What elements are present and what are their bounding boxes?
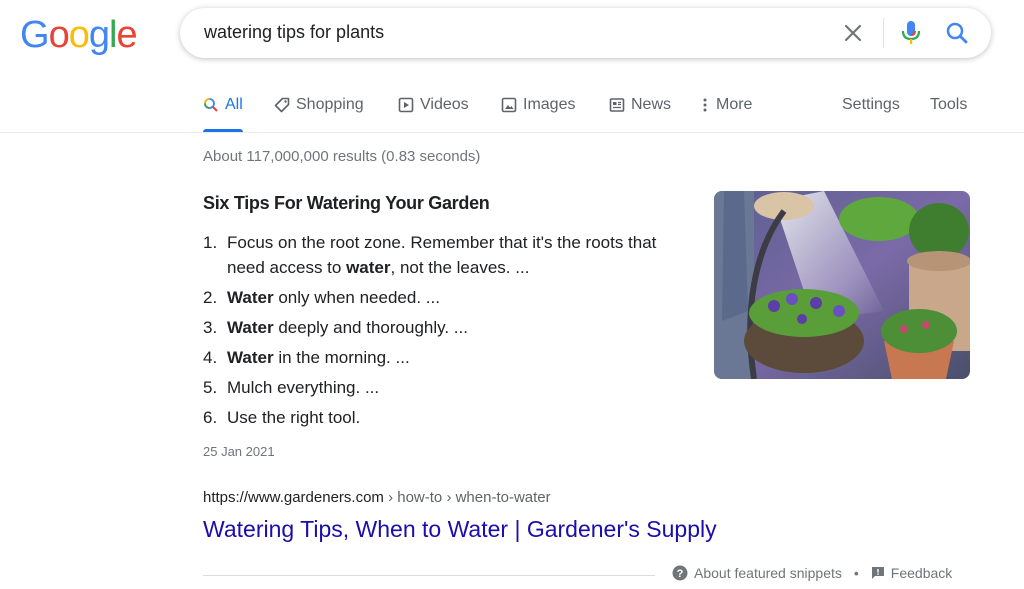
logo-letter: o — [68, 14, 90, 56]
list-item: 4. Water in the morning. ... — [203, 345, 683, 370]
tab-settings[interactable]: Settings — [842, 96, 900, 114]
image-icon — [501, 97, 517, 113]
tab-more[interactable]: More — [700, 96, 752, 114]
tab-label: Images — [523, 96, 576, 113]
mic-icon — [901, 21, 921, 44]
search-submit-button[interactable] — [941, 17, 973, 49]
list-bold: Water — [227, 288, 274, 307]
tab-videos[interactable]: Videos — [398, 96, 469, 114]
watering-plants-image — [714, 191, 970, 379]
snippet-footer: ? About featured snippets • Feedback — [672, 565, 952, 581]
footer-separator: • — [853, 565, 859, 581]
list-item: 1. Focus on the root zone. Remember that… — [203, 230, 683, 280]
list-number: 5. — [203, 378, 218, 397]
logo-letter: e — [116, 14, 137, 56]
list-number: 1. — [203, 233, 218, 252]
tab-label: Shopping — [296, 96, 364, 113]
list-bold: Water — [227, 318, 274, 337]
tab-label: Settings — [842, 96, 900, 113]
list-number: 3. — [203, 318, 218, 337]
tab-news[interactable]: News — [609, 96, 671, 114]
list-text: , not the leaves. ... — [390, 258, 530, 277]
snippet-list: 1. Focus on the root zone. Remember that… — [203, 230, 683, 435]
list-item: 5. Mulch everything. ... — [203, 375, 683, 400]
list-bold: water — [346, 258, 391, 277]
search-input[interactable]: watering tips for plants — [204, 22, 384, 43]
divider — [203, 575, 655, 576]
about-featured-snippets-link[interactable]: About featured snippets — [694, 565, 842, 581]
list-bold: Water — [227, 348, 274, 367]
list-text: Use the right tool. — [227, 408, 361, 427]
feedback-icon[interactable] — [871, 566, 885, 580]
list-item: 2. Water only when needed. ... — [203, 285, 683, 310]
svg-text:?: ? — [677, 568, 684, 580]
play-icon — [398, 97, 414, 113]
tab-label: More — [716, 96, 753, 113]
snippet-date: 25 Jan 2021 — [203, 444, 275, 459]
result-breadcrumb: › how-to › when-to-water — [383, 489, 551, 506]
tab-label: Tools — [930, 96, 968, 113]
logo-letter: g — [88, 14, 110, 56]
voice-search-button[interactable] — [895, 17, 927, 49]
feedback-link[interactable]: Feedback — [891, 565, 952, 581]
news-icon — [609, 98, 625, 112]
list-item: 6. Use the right tool. — [203, 405, 683, 430]
snippet-title: Six Tips For Watering Your Garden — [203, 193, 490, 213]
google-logo[interactable]: Google — [20, 14, 138, 57]
tag-icon — [274, 97, 290, 113]
tab-tools[interactable]: Tools — [930, 96, 967, 114]
logo-letter: l — [108, 14, 118, 56]
list-text: Mulch everything. ... — [227, 378, 380, 397]
more-vert-icon — [703, 98, 707, 112]
result-title-link[interactable]: Watering Tips, When to Water | Gardener'… — [203, 516, 717, 543]
result-url: https://www.gardeners.com › how-to › whe… — [203, 489, 551, 506]
list-number: 6. — [203, 408, 218, 427]
logo-letter: o — [48, 14, 70, 56]
search-tabs: All Shopping Videos Images News More Set… — [0, 86, 1024, 133]
tab-all[interactable]: All — [203, 96, 243, 132]
search-box[interactable]: watering tips for plants — [180, 8, 991, 58]
list-text: in the morning. ... — [273, 348, 410, 367]
help-icon[interactable]: ? — [672, 565, 688, 581]
snippet-thumbnail[interactable] — [714, 191, 970, 379]
tab-shopping[interactable]: Shopping — [274, 96, 364, 114]
list-number: 2. — [203, 288, 218, 307]
tab-label: All — [225, 96, 243, 113]
close-icon — [844, 24, 862, 42]
result-stats: About 117,000,000 results (0.83 seconds) — [203, 148, 481, 165]
tab-label: News — [631, 96, 672, 113]
list-number: 4. — [203, 348, 218, 367]
list-item: 3. Water deeply and thoroughly. ... — [203, 315, 683, 340]
logo-letter: G — [20, 14, 50, 56]
search-icon — [204, 98, 218, 112]
tab-label: Videos — [420, 96, 469, 113]
list-text: only when needed. ... — [273, 288, 440, 307]
search-divider — [883, 18, 884, 48]
result-domain: https://www.gardeners.com — [203, 489, 384, 506]
search-icon — [946, 22, 968, 44]
tab-images[interactable]: Images — [501, 96, 575, 114]
clear-search-button[interactable] — [837, 17, 869, 49]
list-text: deeply and thoroughly. ... — [273, 318, 468, 337]
